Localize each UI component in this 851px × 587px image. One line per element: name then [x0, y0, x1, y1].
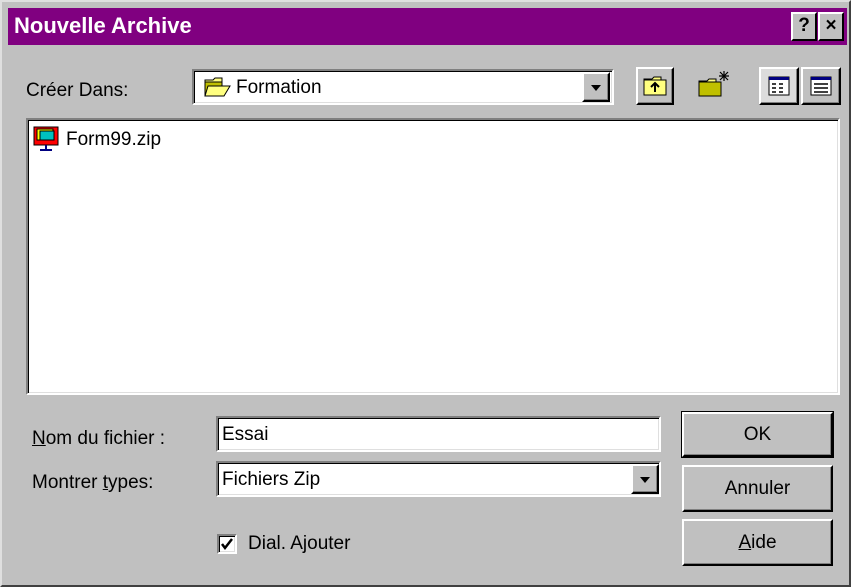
title-bar[interactable]: Nouvelle Archive ? ×: [8, 8, 847, 45]
filetype-label-prefix: Montrer: [32, 472, 103, 493]
help-button[interactable]: Aide: [682, 519, 833, 566]
filetype-dropdown-button[interactable]: [631, 464, 659, 494]
chevron-down-icon: [640, 477, 650, 483]
add-dialog-checkbox-row[interactable]: Dial. Ajouter: [217, 531, 397, 557]
filename-value: Essai: [222, 424, 269, 445]
file-name: Form99.zip: [66, 129, 162, 150]
add-dialog-label: Dial. Ajouter: [248, 533, 351, 554]
ok-button-label: OK: [743, 424, 772, 445]
window-title: Nouvelle Archive: [14, 13, 192, 38]
question-mark-icon: ?: [798, 15, 810, 36]
ok-button[interactable]: OK: [682, 412, 833, 457]
filetype-select[interactable]: Fichiers Zip: [216, 461, 661, 497]
help-button-text: ide: [751, 532, 777, 553]
filename-label: Nom du fichier :: [32, 428, 165, 450]
help-title-button[interactable]: ?: [791, 12, 817, 41]
file-list[interactable]: Form99.zip: [26, 118, 840, 395]
list-view-icon: [768, 76, 790, 96]
help-button-label: Aide: [684, 532, 831, 554]
cancel-button[interactable]: Annuler: [682, 465, 833, 512]
filetype-label-text: ypes:: [108, 472, 154, 493]
location-combobox[interactable]: Formation: [192, 69, 614, 105]
location-dropdown-button[interactable]: [582, 72, 610, 102]
add-dialog-checkbox[interactable]: [217, 534, 237, 554]
close-icon: ×: [825, 15, 837, 36]
up-folder-icon: [643, 76, 667, 96]
filetype-value: Fichiers Zip: [222, 469, 321, 490]
details-view-button[interactable]: [801, 67, 841, 105]
filename-input[interactable]: Essai: [216, 416, 661, 452]
filename-label-accel: N: [32, 428, 46, 449]
new-folder-button[interactable]: [691, 67, 737, 105]
up-one-level-button[interactable]: [636, 67, 674, 105]
chevron-down-icon: [591, 85, 601, 91]
filename-label-text: om du fichier :: [45, 428, 166, 449]
open-folder-icon: [204, 77, 231, 97]
checkmark-icon: [221, 538, 233, 551]
cancel-button-label: Annuler: [724, 478, 791, 499]
filetype-label: Montrer types:: [32, 472, 153, 494]
location-label: Créer Dans:: [26, 80, 129, 101]
details-view-icon: [810, 76, 832, 96]
list-view-button[interactable]: [759, 67, 799, 105]
new-folder-icon: [698, 71, 729, 97]
ok-button-focus-frame: OK: [681, 411, 834, 458]
new-archive-dialog: Nouvelle Archive ? × Créer Dans: Formati…: [0, 0, 851, 587]
location-value: Formation: [236, 77, 322, 98]
help-button-accel: A: [738, 532, 752, 553]
zip-archive-icon: [33, 126, 59, 151]
close-title-button[interactable]: ×: [818, 12, 844, 41]
